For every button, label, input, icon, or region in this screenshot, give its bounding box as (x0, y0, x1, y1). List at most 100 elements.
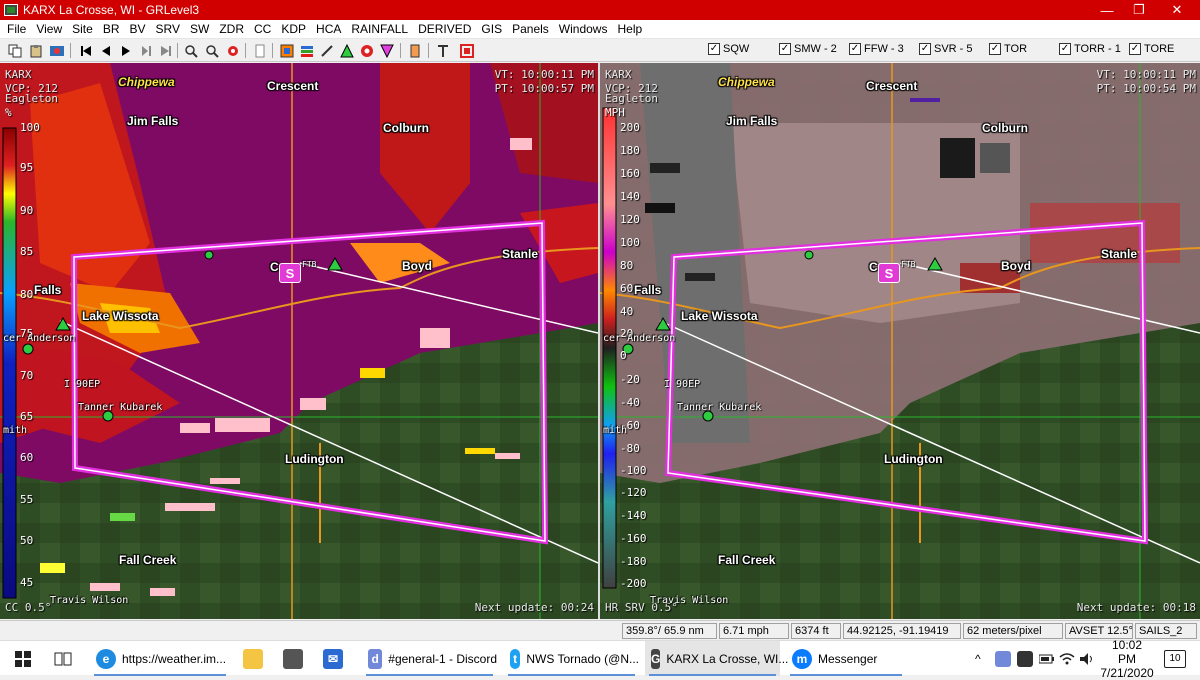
city-label: Ludington (285, 452, 344, 466)
tray-chevron-up-icon[interactable]: ^ (975, 641, 981, 676)
notification-center-button[interactable]: 10 (1164, 641, 1186, 676)
checkbox-checked-icon: ✓ (779, 43, 791, 55)
menu-srv[interactable]: SRV (151, 22, 185, 36)
menu-derived[interactable]: DERIVED (413, 22, 476, 36)
place-label-top: Eagleton (605, 92, 658, 105)
radar-panel-cc[interactable]: KARX VCP: 212 Eagleton % VT: 10:00:11 PM… (0, 63, 598, 619)
taskbar-item-discord[interactable]: d #general-1 - Discord (362, 641, 497, 676)
first-frame-icon[interactable] (77, 42, 94, 59)
menu-site[interactable]: Site (67, 22, 98, 36)
ftb-label: FTB (302, 260, 317, 269)
menu-view[interactable]: View (31, 22, 67, 36)
city-label: Stanle (502, 247, 539, 261)
play-icon[interactable] (117, 42, 134, 59)
tray-clock[interactable]: 10:02 PM 7/21/2020 (1100, 637, 1153, 680)
paste-icon[interactable] (27, 42, 44, 59)
menu-bv[interactable]: BV (125, 22, 151, 36)
start-button[interactable] (8, 641, 38, 676)
warning-toggle-torr[interactable]: ✓ TORR - 1 (1059, 43, 1121, 55)
city-label: Lake Wissota (82, 309, 159, 323)
checkbox-checked-icon: ✓ (1059, 43, 1071, 55)
taskbar-pinned-store[interactable] (278, 641, 308, 676)
taskbar-pinned-explorer[interactable] (238, 641, 268, 676)
storm-cell-icon[interactable]: S (279, 263, 301, 283)
checkbox-checked-icon: ✓ (708, 43, 720, 55)
grlevel3-icon: G (651, 648, 661, 669)
scale-tick: -100 (620, 464, 647, 477)
scale-tick: -160 (620, 532, 647, 545)
warning-toggle-svr[interactable]: ✓ SVR - 5 (919, 43, 973, 55)
taskbar-item-messenger[interactable]: m Messenger (786, 641, 906, 676)
warning-toggle-tor[interactable]: ✓ TOR (989, 43, 1027, 55)
blank-panel-icon[interactable] (251, 42, 268, 59)
window-title: KARX La Crosse, WI - GRLevel3 (23, 3, 200, 17)
status-azimuth-range: 359.8°/ 65.9 nm (622, 623, 717, 639)
warning-toggle-ffw[interactable]: ✓ FFW - 3 (849, 43, 904, 55)
scale-tick: 80 (620, 259, 634, 272)
scale-tick: 55 (20, 493, 34, 506)
next-update: Next update: 00:18 (1076, 601, 1196, 614)
menu-cc[interactable]: CC (249, 22, 276, 36)
task-view-button[interactable] (48, 641, 78, 676)
storm-cell-icon[interactable]: S (878, 263, 900, 283)
layers-icon[interactable] (298, 42, 315, 59)
checkbox-checked-icon: ✓ (1129, 43, 1141, 55)
menu-windows[interactable]: Windows (554, 22, 613, 36)
menu-hca[interactable]: HCA (311, 22, 346, 36)
text-tool-icon[interactable] (434, 42, 451, 59)
warning-toggle-smw[interactable]: ✓ SMW - 2 (779, 43, 837, 55)
rectangle-orange-icon[interactable] (406, 42, 423, 59)
taskbar-item-browser[interactable]: e https://weather.im... (90, 641, 230, 676)
scale-tick: 65 (20, 410, 34, 423)
draw-pen-icon[interactable] (318, 42, 335, 59)
menu-sw[interactable]: SW (185, 22, 214, 36)
previous-frame-icon[interactable] (97, 42, 114, 59)
windows-logo-icon (15, 650, 31, 667)
marker-down-triangle-icon[interactable] (378, 42, 395, 59)
city-label: Ludington (884, 452, 943, 466)
menu-file[interactable]: File (2, 22, 31, 36)
tray-discord-icon[interactable] (995, 641, 1011, 676)
volume-icon[interactable] (1079, 641, 1095, 676)
wifi-icon[interactable] (1059, 641, 1075, 676)
status-velocity: 6.71 mph (719, 623, 789, 639)
notification-badge: 10 (1164, 649, 1186, 668)
taskbar-pinned-mail[interactable]: ✉ (318, 641, 348, 676)
taskbar-item-grlevel3[interactable]: G KARX La Crosse, WI... (645, 641, 788, 676)
cc-radar-map (0, 63, 598, 619)
record-circle-icon[interactable] (358, 42, 375, 59)
menu-bar: File View Site BR BV SRV SW ZDR CC KDP H… (0, 20, 1200, 39)
color-table-icon[interactable] (278, 42, 295, 59)
scale-tick: 95 (20, 161, 34, 174)
next-update: Next update: 00:24 (474, 601, 594, 614)
menu-help[interactable]: Help (612, 22, 647, 36)
taskbar-item-twitter[interactable]: t NWS Tornado (@N... (504, 641, 639, 676)
menu-gis[interactable]: GIS (476, 22, 507, 36)
city-label: Fall Creek (119, 553, 177, 567)
zoom-out-icon[interactable] (203, 42, 220, 59)
radar-settings-icon[interactable] (48, 42, 65, 59)
menu-kdp[interactable]: KDP (276, 22, 311, 36)
last-frame-icon[interactable] (157, 42, 174, 59)
warning-toggle-tore[interactable]: ✓ TORE (1129, 43, 1174, 55)
spotter-triangle-icon[interactable] (338, 42, 355, 59)
copy-icon[interactable] (6, 42, 23, 59)
menu-rainfall[interactable]: RAINFALL (346, 22, 413, 36)
city-label: Crescent (866, 79, 918, 93)
side-label: mith (603, 425, 628, 436)
menu-br[interactable]: BR (98, 22, 125, 36)
close-button[interactable]: ✕ (1154, 0, 1200, 20)
next-frame-icon[interactable] (137, 42, 154, 59)
radar-panel-srv[interactable]: KARX VCP: 212 Eagleton MPH VT: 10:00:11 … (600, 63, 1200, 619)
window-titlebar[interactable]: KARX La Crosse, WI - GRLevel3 — ❐ ✕ (0, 0, 1200, 20)
battery-icon[interactable] (1039, 641, 1055, 676)
tray-app-icon[interactable] (1017, 641, 1033, 676)
menu-zdr[interactable]: ZDR (214, 22, 249, 36)
zoom-in-icon[interactable] (182, 42, 199, 59)
storm-track-icon[interactable] (224, 42, 241, 59)
stop-square-icon[interactable] (458, 42, 475, 59)
menu-panels[interactable]: Panels (507, 22, 554, 36)
warning-toggle-sqw[interactable]: ✓ SQW (708, 43, 749, 55)
clock-time: 10:02 PM (1111, 637, 1143, 666)
place-label-top: Eagleton (5, 92, 58, 105)
